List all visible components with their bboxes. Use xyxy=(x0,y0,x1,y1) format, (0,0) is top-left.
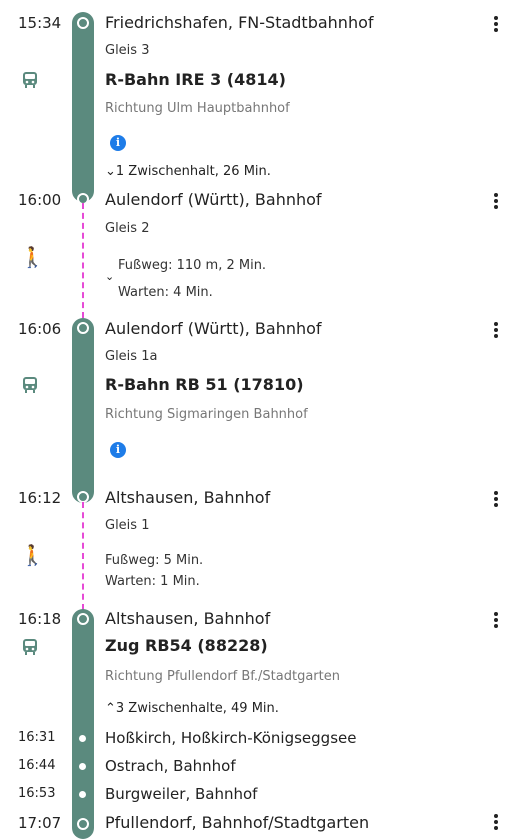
line-name[interactable]: R-Bahn RB 51 (17810) xyxy=(105,375,304,394)
intermediate-stop-dot xyxy=(79,763,86,770)
more-vertical-icon[interactable] xyxy=(488,191,504,213)
stop-node xyxy=(77,818,89,830)
rail-segment-5 xyxy=(72,609,94,839)
more-vertical-icon[interactable] xyxy=(488,14,504,36)
train-icon xyxy=(23,639,37,655)
stop-name[interactable]: Altshausen, Bahnhof xyxy=(105,488,270,507)
more-vertical-icon[interactable] xyxy=(488,320,504,342)
more-vertical-icon[interactable] xyxy=(488,610,504,632)
walk-label: Fußweg: 5 Min. xyxy=(105,553,204,568)
departure-time: 16:18 xyxy=(18,610,62,628)
stop-node xyxy=(77,322,89,334)
intermediate-stop-name[interactable]: Hoßkirch, Hoßkirch-Königseggsee xyxy=(105,729,356,747)
train-icon xyxy=(23,72,37,88)
platform-label: Gleis 2 xyxy=(105,221,150,236)
more-vertical-icon[interactable] xyxy=(488,489,504,511)
direction-label: Richtung Ulm Hauptbahnhof xyxy=(105,101,290,116)
direction-label: Richtung Pfullendorf Bf./Stadtgarten xyxy=(105,669,340,684)
arrival-time: 16:12 xyxy=(18,489,62,507)
walk-icon: 🚶 xyxy=(20,245,45,269)
wait-label: Warten: 4 Min. xyxy=(118,285,213,300)
platform-label: Gleis 3 xyxy=(105,43,150,58)
info-icon[interactable]: i xyxy=(110,442,126,458)
intermediate-stops-toggle[interactable]: ⌄1 Zwischenhalt, 26 Min. xyxy=(105,164,271,179)
intermediate-time: 16:53 xyxy=(18,786,56,801)
intermediate-stop-dot xyxy=(79,791,86,798)
intermediate-time: 16:31 xyxy=(18,730,56,745)
more-vertical-icon[interactable] xyxy=(488,812,504,834)
stop-name[interactable]: Aulendorf (Württ), Bahnhof xyxy=(105,190,322,209)
rail-segment-1 xyxy=(72,12,94,202)
stop-node xyxy=(77,613,89,625)
stop-name[interactable]: Pfullendorf, Bahnhof/Stadtgarten xyxy=(105,813,369,832)
arrival-time: 16:00 xyxy=(18,191,62,209)
arrival-time: 17:07 xyxy=(18,814,62,832)
stop-name[interactable]: Altshausen, Bahnhof xyxy=(105,609,270,628)
walk-connector xyxy=(82,203,84,318)
departure-time: 16:06 xyxy=(18,320,62,338)
intermediate-stops-toggle[interactable]: ⌃3 Zwischenhalte, 49 Min. xyxy=(105,701,279,716)
departure-time: 15:34 xyxy=(18,14,62,32)
line-name[interactable]: R-Bahn IRE 3 (4814) xyxy=(105,70,286,89)
stop-node xyxy=(77,17,89,29)
rail-segment-3 xyxy=(72,318,94,503)
train-icon xyxy=(23,377,37,393)
walk-icon: 🚶 xyxy=(20,543,45,567)
stop-name[interactable]: Friedrichshafen, FN-Stadtbahnhof xyxy=(105,13,374,32)
stop-name[interactable]: Aulendorf (Württ), Bahnhof xyxy=(105,319,322,338)
platform-label: Gleis 1 xyxy=(105,518,150,533)
walk-label: Fußweg: 110 m, 2 Min. xyxy=(118,258,267,273)
walk-connector xyxy=(82,502,84,610)
platform-label: Gleis 1a xyxy=(105,349,158,364)
info-icon[interactable]: i xyxy=(110,135,126,151)
intermediate-stop-name[interactable]: Burgweiler, Bahnhof xyxy=(105,785,257,803)
wait-label: Warten: 1 Min. xyxy=(105,574,200,589)
direction-label: Richtung Sigmaringen Bahnhof xyxy=(105,407,308,422)
chevron-down-icon[interactable]: ⌄ xyxy=(105,270,114,283)
intermediate-stop-name[interactable]: Ostrach, Bahnhof xyxy=(105,757,236,775)
line-name[interactable]: Zug RB54 (88228) xyxy=(105,636,268,655)
intermediate-stop-dot xyxy=(79,735,86,742)
intermediate-time: 16:44 xyxy=(18,758,56,773)
